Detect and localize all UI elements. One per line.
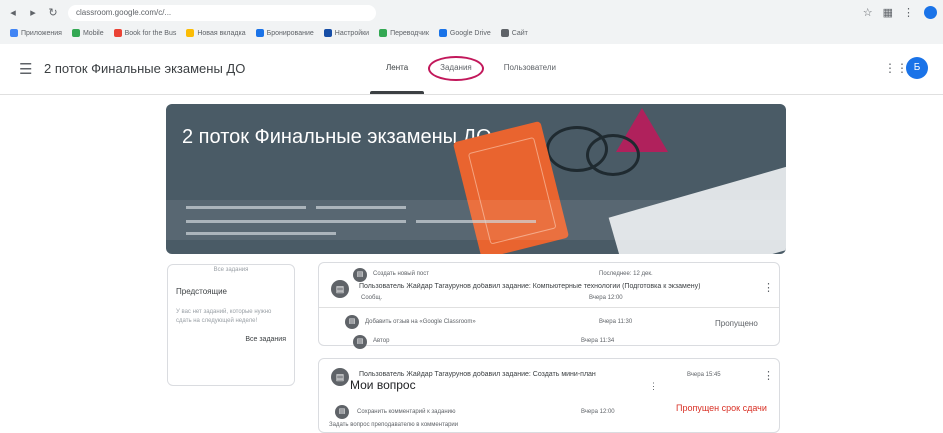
assignment-icon: ▤ <box>353 268 367 282</box>
announcement-time: Вчера 15:45 <box>687 372 721 378</box>
view-all-link[interactable]: Все задания <box>168 336 286 343</box>
bookmark-icon <box>71 29 80 37</box>
more-options-icon[interactable]: ⋮ <box>763 281 774 294</box>
menu-icon[interactable]: ⋮ <box>903 6 914 19</box>
classroom-header: ☰ 2 поток Финальные экзамены ДО Лента За… <box>0 44 943 95</box>
author-icon: ▤ <box>353 335 367 349</box>
extension-icon[interactable]: ▦ <box>883 6 893 19</box>
divider <box>319 307 779 308</box>
card-sub: Сообщ. <box>361 295 383 301</box>
overlay-line <box>186 220 406 223</box>
overdue-status: Пропущен срок сдачи <box>676 403 767 413</box>
card-small-title: Создать новый пост <box>373 271 429 277</box>
browser-extensions: ☆ ▦ ⋮ <box>863 6 937 19</box>
upcoming-top-label: Все задания <box>213 267 249 273</box>
star-icon[interactable]: ☆ <box>863 6 873 19</box>
bookmark-icon <box>113 29 122 37</box>
author-label: Автор <box>373 338 390 344</box>
overlay-line <box>416 220 536 223</box>
avatar[interactable]: Б <box>906 57 928 79</box>
upcoming-text: У вас нет заданий, которые нужно сдать н… <box>176 309 272 324</box>
bookmark-icon <box>255 29 264 37</box>
upcoming-panel: Все задания Предстоящие У вас нет задани… <box>167 264 295 386</box>
stream-card[interactable]: ▤ Пользователь Жайдар Тагаурунов добавил… <box>318 358 780 433</box>
overlay-line <box>186 206 306 209</box>
reload-icon[interactable]: ↻ <box>46 6 60 20</box>
hamburger-menu-icon[interactable]: ☰ <box>19 60 32 78</box>
tab-stream[interactable]: Лента <box>370 44 425 94</box>
missed-status[interactable]: Пропущено <box>715 319 758 328</box>
banner-overlay-strip <box>166 200 786 240</box>
forward-icon[interactable]: ▸ <box>26 6 40 20</box>
back-icon[interactable]: ◂ <box>6 6 20 20</box>
comment-icon: ▤ <box>345 315 359 329</box>
banner-title: 2 поток Финальные экзамены ДО <box>182 126 492 148</box>
link-text[interactable]: Добавить отзыв на «Google Classroom» <box>365 319 476 325</box>
overlay-line <box>316 206 406 209</box>
tab-bar: Лента Задания Пользователи <box>370 44 572 94</box>
bookmark-item[interactable]: Сайт <box>500 29 528 37</box>
bookmark-icon <box>379 29 388 37</box>
apps-grid-icon[interactable]: ⋮⋮ <box>884 61 908 75</box>
question-text: Мои вопрос <box>350 378 416 392</box>
overlay-line <box>186 232 336 235</box>
course-banner: 2 поток Финальные экзамены ДО <box>166 104 786 254</box>
profile-icon[interactable] <box>924 6 937 19</box>
bookmark-item[interactable]: Переводчик <box>379 29 429 37</box>
stream-card[interactable]: ▤ Создать новый пост Последнее: 12 дек. … <box>318 262 780 349</box>
glasses-illustration-icon <box>586 134 640 176</box>
bookmark-item[interactable]: Book for the Bus <box>113 29 176 37</box>
course-title[interactable]: 2 поток Финальные экзамены ДО <box>44 61 245 76</box>
bookmark-item[interactable]: Новая вкладка <box>186 29 246 37</box>
more-options-icon[interactable]: ⋮ <box>649 381 658 392</box>
assignment-icon: ▤ <box>331 280 349 298</box>
bookmark-icon <box>500 29 509 37</box>
bookmark-icon <box>323 29 332 37</box>
more-options-icon[interactable]: ⋮ <box>763 369 774 382</box>
bookmarks-bar: Приложения Mobile Book for the Bus Новая… <box>0 24 943 42</box>
author-time: Вчера 11:34 <box>581 338 615 344</box>
assignment-icon: ▤ <box>331 368 349 386</box>
bookmark-icon <box>438 29 447 37</box>
link-meta: Вчера 11:30 <box>599 319 633 325</box>
bookmark-icon <box>10 29 18 37</box>
bookmark-icon <box>186 29 195 37</box>
tab-classwork[interactable]: Задания <box>424 44 488 94</box>
tab-people[interactable]: Пользователи <box>488 44 572 94</box>
card-footer-text: Задать вопрос преподавателю в комментари… <box>329 422 459 428</box>
bookmark-item[interactable]: Бронирование <box>255 29 314 37</box>
card-small-time: Последнее: 12 дек. <box>599 271 653 277</box>
bookmark-item[interactable]: Mobile <box>71 29 104 37</box>
bookmark-item[interactable]: Google Drive <box>438 29 491 37</box>
comment-icon: ▤ <box>335 405 349 419</box>
card-sub-time: Вчера 12:00 <box>589 295 623 301</box>
comment-time: Вчера 12:00 <box>581 409 615 415</box>
comment-text[interactable]: Сохранить комментарий к заданию <box>357 409 456 415</box>
bookmark-item[interactable]: Настройки <box>323 29 369 37</box>
bookmark-item[interactable]: Приложения <box>10 29 62 37</box>
browser-chrome: ◂ ▸ ↻ classroom.google.com/c/... ☆ ▦ ⋮ П… <box>0 0 943 45</box>
announcement-text[interactable]: Пользователь Жайдар Тагаурунов добавил з… <box>359 371 659 378</box>
browser-toolbar: ◂ ▸ ↻ classroom.google.com/c/... ☆ ▦ ⋮ <box>0 2 943 24</box>
announcement-text[interactable]: Пользователь Жайдар Тагаурунов добавил з… <box>359 283 749 290</box>
upcoming-title: Предстоящие <box>176 287 227 296</box>
address-bar[interactable]: classroom.google.com/c/... <box>68 5 376 21</box>
